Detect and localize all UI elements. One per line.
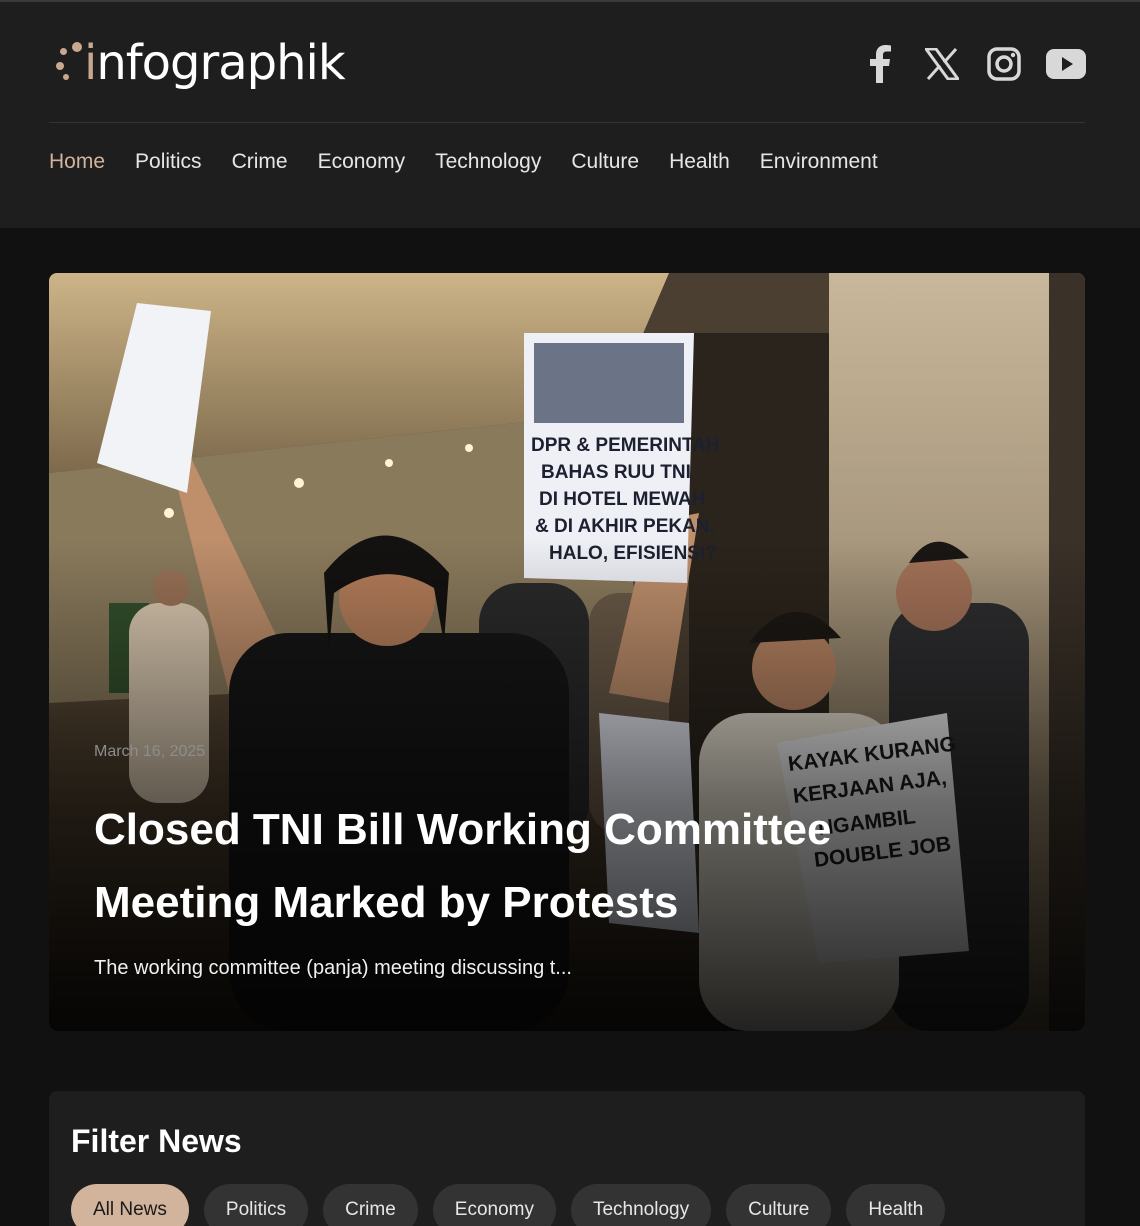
nav-item-economy[interactable]: Economy (318, 150, 406, 174)
nav-item-politics[interactable]: Politics (135, 150, 202, 174)
nav-item-health[interactable]: Health (669, 150, 730, 174)
main-nav: Home Politics Crime Economy Technology C… (49, 150, 878, 174)
nav-item-culture[interactable]: Culture (571, 150, 639, 174)
x-icon[interactable] (922, 44, 962, 84)
site-logo[interactable]: infographik (56, 30, 346, 96)
nav-item-home[interactable]: Home (49, 150, 105, 174)
article-date: March 16, 2025 (94, 743, 206, 760)
filter-chip-health[interactable]: Health (846, 1184, 946, 1226)
nav-item-environment[interactable]: Environment (760, 150, 878, 174)
filter-chip-all-news[interactable]: All News (71, 1184, 189, 1226)
filter-chip-economy[interactable]: Economy (432, 1184, 556, 1226)
logo-dots-icon (56, 38, 82, 88)
filter-title: Filter News (71, 1123, 242, 1159)
filter-chip-technology[interactable]: Technology (570, 1184, 712, 1226)
nav-item-technology[interactable]: Technology (435, 150, 541, 174)
filter-chip-crime[interactable]: Crime (323, 1184, 418, 1226)
featured-article-card[interactable]: DPR & PEMERINTAH BAHAS RUU TNI DI HOTEL … (49, 273, 1085, 1031)
article-excerpt: The working committee (panja) meeting di… (94, 957, 572, 979)
filter-chips: All News Politics Crime Economy Technolo… (71, 1184, 946, 1226)
filter-chip-culture[interactable]: Culture (726, 1184, 832, 1226)
site-header: infographik Home Politics Crime Economy … (0, 2, 1140, 228)
youtube-icon[interactable] (1046, 44, 1086, 84)
instagram-icon[interactable] (984, 44, 1024, 84)
social-links (860, 44, 1086, 84)
article-title[interactable]: Closed TNI Bill Working Committee Meetin… (94, 793, 974, 939)
nav-item-crime[interactable]: Crime (232, 150, 288, 174)
filter-chip-politics[interactable]: Politics (203, 1184, 309, 1226)
filter-news-panel: Filter News All News Politics Crime Econ… (49, 1091, 1085, 1226)
facebook-icon[interactable] (860, 44, 900, 84)
logo-wordmark: infographik (84, 35, 346, 91)
header-divider (49, 122, 1085, 123)
